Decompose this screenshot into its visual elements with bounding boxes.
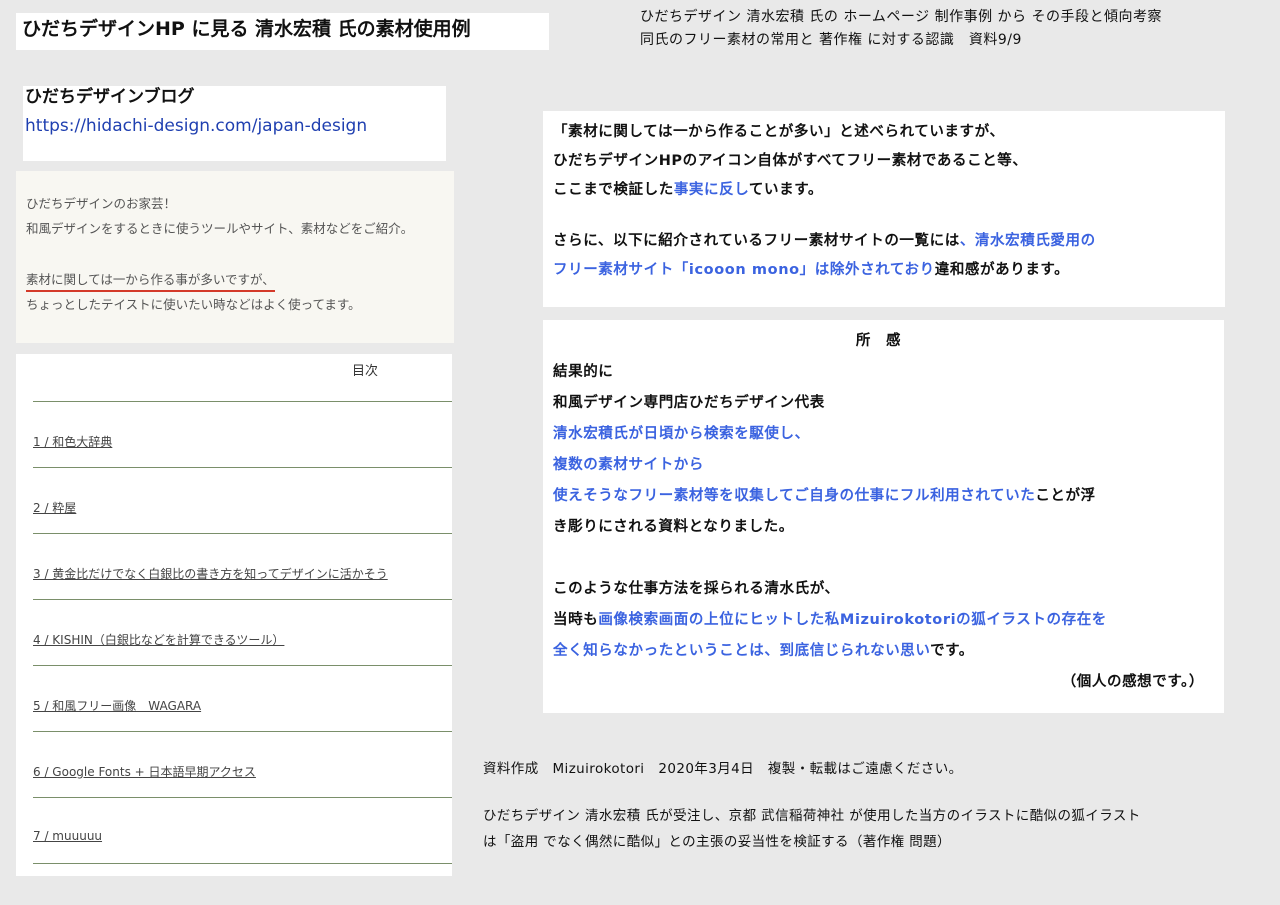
document-note: ひだちデザイン 清水宏積 氏が受注し、京都 武信稲荷神社 が使用した当方のイラス… bbox=[483, 803, 1273, 855]
blog-info-box: ひだちデザインブログ https://hidachi-design.com/ja… bbox=[23, 86, 446, 161]
impressions-line-4: 複数の素材サイトから bbox=[553, 457, 704, 473]
impressions-line-6: き彫りにされる資料となりました。 bbox=[553, 519, 794, 535]
toc-item-2[interactable]: 2 / 粋屋 bbox=[33, 499, 76, 516]
page-title-box: ひだちデザインHP に見る 清水宏積 氏の素材使用例 bbox=[16, 13, 549, 50]
commentary-line-4: さらに、以下に紹介されているフリー素材サイトの一覧には、清水宏積氏愛用の bbox=[553, 233, 1096, 249]
impressions-line-7: このような仕事方法を採られる清水氏が、 bbox=[553, 581, 840, 597]
impressions-box: 所 感 結果的に 和風デザイン専門店ひだちデザイン代表 清水宏積氏が日頃から検索… bbox=[543, 320, 1224, 713]
impressions-line-1: 結果的に bbox=[553, 364, 614, 380]
toc-title: 目次 bbox=[352, 364, 379, 379]
impressions-line-8: 当時も画像検索画面の上位にヒットした私Mizuirokotoriの狐イラストの存… bbox=[553, 612, 1107, 628]
toc-item-6[interactable]: 6 / Google Fonts + 日本語早期アクセス bbox=[33, 763, 256, 780]
toc-divider bbox=[33, 665, 452, 666]
toc-divider bbox=[33, 863, 452, 864]
commentary-box: 「素材に関しては一から作ることが多い」と述べられていますが、 ひだちデザインHP… bbox=[543, 111, 1225, 307]
toc-divider bbox=[33, 731, 452, 732]
toc-divider bbox=[33, 533, 452, 534]
header-line-2: 同氏のフリー素材の常用と 著作権 に対する認識 資料9/9 bbox=[640, 32, 1022, 48]
impressions-line-3: 清水宏積氏が日頃から検索を駆使し、 bbox=[553, 426, 810, 442]
impressions-heading: 所 感 bbox=[855, 333, 902, 349]
blog-name: ひだちデザインブログ bbox=[25, 87, 195, 107]
table-of-contents: 目次 1 / 和色大辞典 2 / 粋屋 3 / 黄金比だけでなく白銀比の書き方を… bbox=[16, 354, 452, 876]
impressions-line-9: 全く知らなかったということは、到底信じられない思いです。 bbox=[553, 643, 974, 659]
toc-item-1[interactable]: 1 / 和色大辞典 bbox=[33, 433, 112, 450]
toc-divider bbox=[33, 797, 452, 798]
impressions-line-5: 使えそうなフリー素材等を収集してご自身の仕事にフル利用されていたことが浮 bbox=[553, 488, 1096, 504]
toc-item-5[interactable]: 5 / 和風フリー画像 WAGARA bbox=[33, 697, 201, 714]
note-line-2: は「盗用 でなく偶然に酷似」との主張の妥当性を検証する（著作権 問題） bbox=[483, 834, 951, 850]
excerpt-line-1: ひだちデザインのお家芸！ bbox=[26, 196, 177, 211]
toc-divider bbox=[33, 401, 452, 402]
credit-line: 資料作成 Mizuirokotori 2020年3月4日 複製・転載はご遠慮くだ… bbox=[483, 761, 963, 777]
blog-excerpt: ひだちデザインのお家芸！ 和風デザインをするときに使うツールやサイト、素材などを… bbox=[16, 171, 454, 343]
commentary-line-2: ひだちデザインHPのアイコン自体がすべてフリー素材であること等、 bbox=[553, 153, 1028, 169]
impressions-line-2: 和風デザイン専門店ひだちデザイン代表 bbox=[553, 395, 825, 411]
toc-item-3[interactable]: 3 / 黄金比だけでなく白銀比の書き方を知ってデザインに活かそう bbox=[33, 565, 388, 582]
commentary-line-5: フリー素材サイト「icooon mono」は除外されており違和感があります。 bbox=[553, 262, 1070, 278]
toc-divider bbox=[33, 467, 452, 468]
excerpt-line-2: 和風デザインをするときに使うツールやサイト、素材などをご紹介。 bbox=[26, 221, 414, 236]
page-title: ひだちデザインHP に見る 清水宏積 氏の素材使用例 bbox=[22, 18, 471, 40]
toc-divider bbox=[33, 599, 452, 600]
toc-item-4[interactable]: 4 / KISHIN（白銀比などを計算できるツール） bbox=[33, 631, 284, 648]
excerpt-underlined-line: 素材に関しては一から作る事が多いですが、 bbox=[26, 270, 275, 292]
commentary-line-3: ここまで検証した事実に反しています。 bbox=[553, 182, 823, 198]
impressions-closing: （個人の感想です。） bbox=[1061, 674, 1204, 690]
blog-url-link[interactable]: https://hidachi-design.com/japan-design bbox=[25, 114, 446, 138]
toc-item-7[interactable]: 7 / muuuuu bbox=[33, 829, 102, 843]
note-line-1: ひだちデザイン 清水宏積 氏が受注し、京都 武信稲荷神社 が使用した当方のイラス… bbox=[483, 808, 1141, 824]
header-line-1: ひだちデザイン 清水宏積 氏の ホームページ 制作事例 から その手段と傾向考察 bbox=[640, 9, 1162, 25]
commentary-line-1: 「素材に関しては一から作ることが多い」と述べられていますが、 bbox=[553, 124, 1005, 140]
excerpt-line-4: ちょっとしたテイストに使いたい時などはよく使ってます。 bbox=[26, 297, 361, 312]
document-header: ひだちデザイン 清水宏積 氏の ホームページ 制作事例 から その手段と傾向考察… bbox=[640, 6, 1270, 52]
